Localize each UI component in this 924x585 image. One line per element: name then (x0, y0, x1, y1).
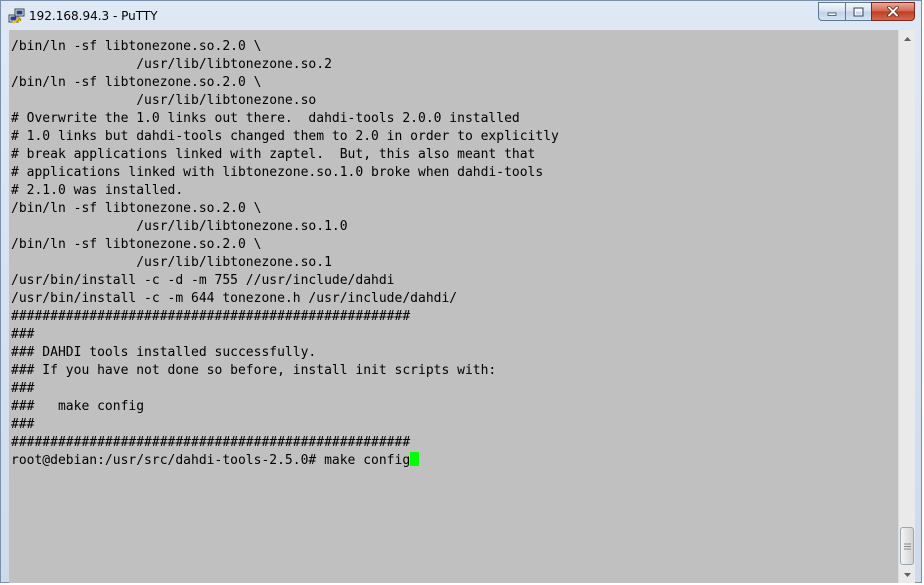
command-prompt: root@debian:/usr/src/dahdi-tools-2.5.0# … (11, 453, 411, 468)
scroll-thumb[interactable] (900, 527, 914, 565)
scroll-up-button[interactable] (899, 30, 915, 47)
terminal-line: ########################################… (11, 309, 411, 324)
chevron-down-icon (903, 572, 911, 577)
terminal-cursor (410, 452, 420, 466)
terminal-prompt-line[interactable]: root@debian:/usr/src/dahdi-tools-2.5.0# … (11, 452, 420, 470)
terminal-line: # break applications linked with zaptel.… (11, 147, 536, 162)
terminal-line: # Overwrite the 1.0 links out there. dah… (11, 111, 520, 126)
terminal-line: /usr/bin/install -c -m 644 tonezone.h /u… (11, 291, 458, 306)
terminal-line: ### (11, 381, 35, 396)
terminal-output[interactable]: /bin/ln -sf libtonezone.so.2.0 \ /usr/li… (9, 30, 898, 583)
close-button[interactable] (871, 2, 915, 21)
terminal-line: /usr/lib/libtonezone.so.2 (11, 57, 332, 72)
terminal-line: /usr/lib/libtonezone.so.1 (11, 255, 332, 270)
maximize-button[interactable] (845, 2, 871, 21)
terminal-line: ### DAHDI tools installed successfully. (11, 345, 317, 360)
terminal-line: /usr/lib/libtonezone.so.1.0 (11, 219, 348, 234)
terminal-line: ### If you have not done so before, inst… (11, 363, 497, 378)
terminal-line: /usr/bin/install -c -d -m 755 //usr/incl… (11, 273, 395, 288)
terminal-line: /bin/ln -sf libtonezone.so.2.0 \ (11, 201, 262, 216)
maximize-icon (853, 7, 864, 16)
putty-icon[interactable] (8, 8, 25, 25)
terminal-line: ########################################… (11, 435, 411, 450)
vertical-scrollbar[interactable] (898, 30, 915, 583)
terminal-line: /bin/ln -sf libtonezone.so.2.0 \ (11, 237, 262, 252)
terminal-line: ### make config (11, 399, 145, 414)
putty-window: 192.168.94.3 - PuTTY /bin/ln -sf libtone… (0, 0, 922, 583)
terminal-line: # 2.1.0 was installed. (11, 183, 184, 198)
terminal-line: /usr/lib/libtonezone.so (11, 93, 317, 108)
scroll-down-button[interactable] (899, 566, 915, 583)
close-icon (887, 6, 899, 17)
terminal-line: # 1.0 links but dahdi-tools changed them… (11, 129, 559, 144)
minimize-button[interactable] (818, 2, 845, 21)
title-bar[interactable]: 192.168.94.3 - PuTTY (1, 1, 921, 31)
window-title: 192.168.94.3 - PuTTY (29, 9, 158, 23)
terminal-line: /bin/ln -sf libtonezone.so.2.0 \ (11, 39, 262, 54)
window-controls (818, 2, 915, 22)
grip-icon (903, 543, 911, 549)
terminal-line: ### (11, 327, 35, 342)
terminal-line: # applications linked with libtonezone.s… (11, 165, 544, 180)
terminal-line: /bin/ln -sf libtonezone.so.2.0 \ (11, 75, 262, 90)
terminal-line: ### (11, 417, 35, 432)
chevron-up-icon (903, 36, 911, 41)
minimize-icon (827, 12, 837, 16)
